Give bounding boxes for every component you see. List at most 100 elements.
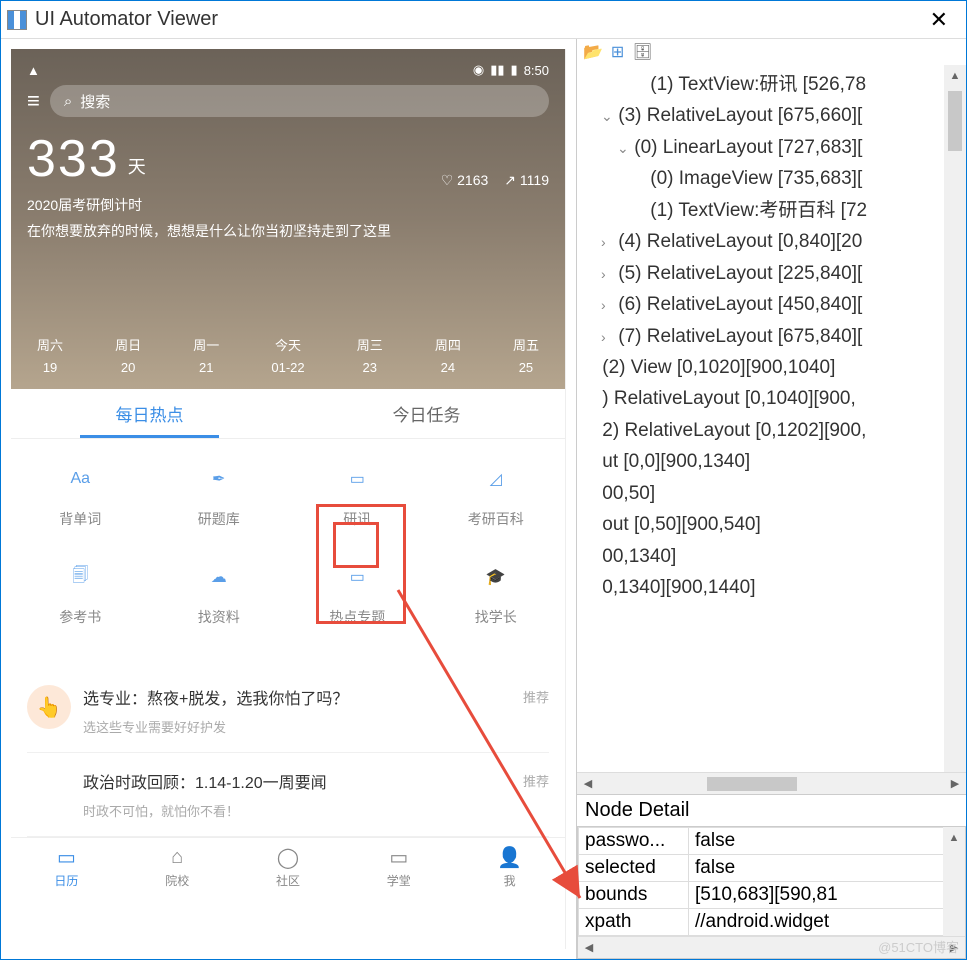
hierarchy-tree[interactable]: (1) TextView:研讯 [526,78⌄ (3) RelativeLay… [577,65,966,772]
tree-node[interactable]: ut [0,0][900,1340] [585,446,966,477]
nav-icon: ▭ [11,844,122,870]
detail-row[interactable]: passwo...false [579,828,965,855]
tree-node[interactable]: (1) TextView:研讯 [526,78 [585,69,966,100]
app-icon [7,10,27,30]
tree-node[interactable]: out [0,50][900,540] [585,509,966,540]
tree-node[interactable]: › (5) RelativeLayout [225,840][ [585,258,966,289]
feed-list: 👆选专业：熬夜+脱发，选我你怕了吗？选这些专业需要好好护发推荐政治时政回顾：1.… [11,669,565,837]
toolbar: 📂 ⊞ 🗄 [577,39,966,65]
grid-icon: ▭ [341,463,373,495]
detail-value: false [689,828,965,855]
tree-node[interactable]: (1) TextView:考研百科 [72 [585,195,966,226]
detail-key: xpath [579,909,689,936]
tree-toggle[interactable]: ⌄ [617,138,629,160]
grid-item[interactable]: 🎓找学长 [427,561,566,627]
tree-vscroll[interactable]: ▲ [944,65,966,772]
bottom-nav-item[interactable]: ◯社区 [233,838,344,897]
grid-icon: 🗐 [64,561,96,593]
countdown-unit: 天 [128,153,146,179]
open-icon[interactable]: 📂 [583,42,603,62]
titlebar: UI Automator Viewer ✕ [1,1,966,39]
watermark: @51CTO博客 [878,937,959,956]
grid-item[interactable]: Aa背单词 [11,463,150,529]
date-item[interactable]: 周六19 [37,335,63,375]
tree-toggle[interactable]: › [601,264,613,286]
detail-vscroll[interactable]: ▲ [943,827,965,936]
date-item[interactable]: 周五25 [513,335,539,375]
battery-icon: ▮ [511,62,518,78]
feed-item[interactable]: 👆选专业：熬夜+脱发，选我你怕了吗？选这些专业需要好好护发推荐 [27,669,549,753]
hero-subtitle-2: 在你想要放弃的时候，想想是什么让你当初坚持走到了这里 [27,221,549,241]
like-count[interactable]: ♡ 2163 [441,172,489,189]
detail-value: //android.widget [689,909,965,936]
grid-item[interactable]: ☁找资料 [150,561,289,627]
nav-icon: ⌂ [122,844,233,870]
date-item[interactable]: 今天01-22 [271,335,304,375]
grid-item[interactable]: 🗐参考书 [11,561,150,627]
tree-node[interactable]: (0) ImageView [735,683][ [585,163,966,194]
tree-node[interactable]: 0,1340][900,1440] [585,572,966,603]
date-item[interactable]: 周日20 [115,335,141,375]
share-count[interactable]: ↗ 1119 [504,172,549,189]
nav-icon: ▭ [343,844,454,870]
date-item[interactable]: 周一21 [193,335,219,375]
device-screenshot[interactable]: ▲ ◉ ▮▮ ▮ 8:50 ≡ ⌕ 搜索 [11,49,566,949]
grid-icon: ◿ [480,463,512,495]
nav-label: 学堂 [343,872,454,889]
tree-toggle[interactable]: ⌄ [601,106,613,128]
grid-icon: ✒ [203,463,235,495]
search-input[interactable]: ⌕ 搜索 [50,85,549,117]
date-strip[interactable]: 周六19 周日20 周一21 今天01-22 周三23 周四24 周五25 [11,335,565,375]
date-item[interactable]: 周四24 [435,335,461,375]
bottom-nav-item[interactable]: ⌂ 院校 [122,838,233,897]
tree-toggle[interactable]: › [601,295,613,317]
tab[interactable]: 每日热点 [11,389,288,438]
node-detail-table[interactable]: passwo...falseselectedfalsebounds[510,68… [578,827,965,936]
feed-sub: 选这些专业需要好好护发 [83,717,511,736]
tree-node[interactable]: 00,1340] [585,541,966,572]
tree-node[interactable]: › (7) RelativeLayout [675,840][ [585,321,966,352]
node-detail-title: Node Detail [577,795,966,826]
detail-key: bounds [579,882,689,909]
database-icon[interactable]: 🗄 [632,42,652,62]
tree-node[interactable]: (2) View [0,1020][900,1040] [585,352,966,383]
feed-item[interactable]: 政治时政回顾：1.14-1.20一周要闻时政不可怕，就怕你不看！推荐 [27,753,549,837]
nav-label: 院校 [122,872,233,889]
detail-value: false [689,855,965,882]
grid-label: 找学长 [427,607,566,627]
feed-tag: 推荐 [523,687,549,706]
tree-node[interactable]: › (4) RelativeLayout [0,840][20 [585,226,966,257]
tab[interactable]: 今日任务 [288,389,565,438]
hero-subtitle-1: 2020届考研倒计时 [27,195,549,215]
window-title: UI Automator Viewer [35,8,918,31]
tree-node[interactable]: ) RelativeLayout [0,1040][900, [585,383,966,414]
tree-hscroll[interactable]: ◀ ▶ [577,772,966,794]
tree-node[interactable]: › (6) RelativeLayout [450,840][ [585,289,966,320]
close-button[interactable]: ✕ [918,7,960,33]
detail-row[interactable]: bounds[510,683][590,81 [579,882,965,909]
menu-icon[interactable]: ≡ [27,88,40,114]
expand-icon[interactable]: ⊞ [611,42,624,62]
bottom-nav-item[interactable]: 👤我 [454,838,565,897]
status-time: 8:50 [524,63,549,78]
warning-icon: ▲ [27,63,40,78]
detail-value: [510,683][590,81 [689,882,965,909]
detail-row[interactable]: selectedfalse [579,855,965,882]
signal-icon: ▮▮ [490,62,504,78]
bottom-nav-item[interactable]: ▭ 学堂 [343,838,454,897]
feature-grid: Aa背单词✒研题库▭研讯◿考研百科🗐参考书☁找资料▭热点专题🎓找学长 [11,439,565,669]
feed-title: 政治时政回顾：1.14-1.20一周要闻 [83,769,511,793]
tree-node[interactable]: ⌄ (3) RelativeLayout [675,660][ [585,100,966,131]
bottom-nav-item[interactable]: ▭日历 [11,838,122,897]
detail-row[interactable]: xpath//android.widget [579,909,965,936]
tree-node[interactable]: ⌄ (0) LinearLayout [727,683][ [585,132,966,163]
date-item[interactable]: 周三23 [357,335,383,375]
grid-item[interactable]: ✒ 研题库 [150,463,289,529]
grid-label: 研题库 [150,509,289,529]
tree-node[interactable]: 00,50] [585,478,966,509]
grid-label: 找资料 [150,607,289,627]
tree-node[interactable]: 2) RelativeLayout [0,1202][900, [585,415,966,446]
tree-toggle[interactable]: › [601,232,613,254]
grid-item[interactable]: ◿考研百科 [427,463,566,529]
tree-toggle[interactable]: › [601,327,613,349]
